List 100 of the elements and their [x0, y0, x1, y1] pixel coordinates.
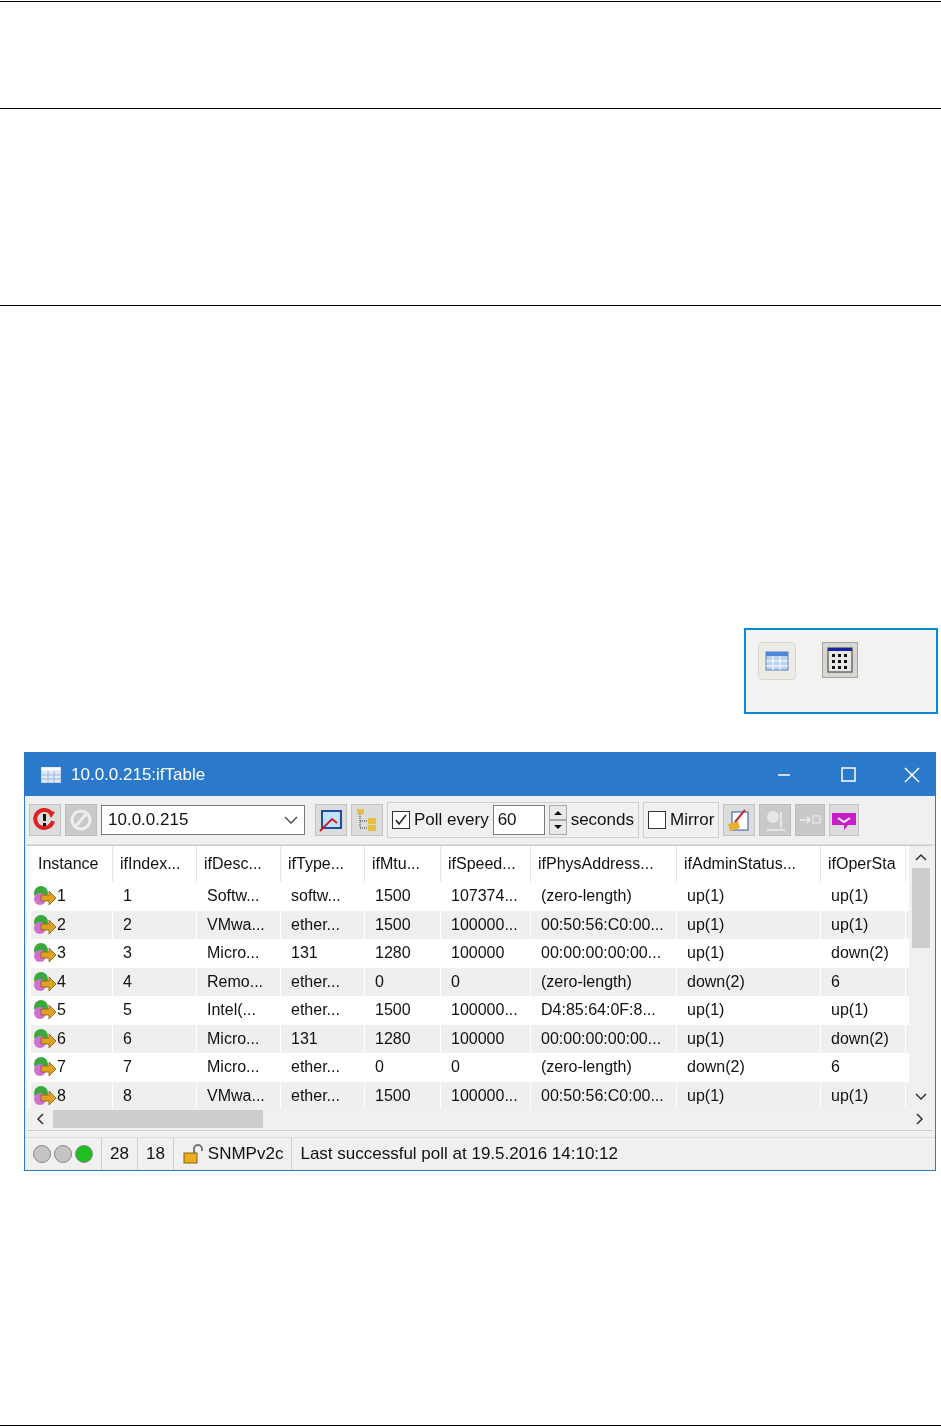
padlock-icon: [181, 1144, 204, 1164]
interface-icon: [31, 999, 57, 1022]
table-cell: ether...: [281, 996, 365, 1025]
tree-button[interactable]: [351, 804, 383, 836]
table-cell: up(1): [677, 939, 821, 968]
table-cell: down(2): [821, 1024, 906, 1053]
interface-icon: [31, 913, 57, 936]
instance-number: 2: [57, 915, 66, 934]
table-cell: 6: [821, 1053, 906, 1082]
checkmark-icon: [394, 813, 408, 827]
column-header[interactable]: ifMtu...: [365, 846, 441, 882]
table-cell: up(1): [677, 996, 821, 1025]
chevron-icon: [284, 816, 298, 824]
horizontal-scrollbar[interactable]: [27, 1108, 933, 1131]
table-cell: 2: [113, 910, 197, 939]
table-cell: Micro...: [197, 1053, 281, 1082]
refresh-button[interactable]: [29, 804, 61, 836]
poll-checkbox[interactable]: Poll every: [392, 810, 489, 830]
table-cell: up(1): [677, 882, 821, 911]
table-cell: 1280: [365, 1024, 441, 1053]
table-cell: (zero-length): [531, 882, 677, 911]
table-cell: down(2): [677, 967, 821, 996]
table-cell: 107374...: [441, 882, 531, 911]
table-cell: up(1): [677, 910, 821, 939]
table-cell: 0: [365, 967, 441, 996]
table-icon: [41, 766, 61, 783]
table-cell: up(1): [821, 882, 906, 911]
table-cell: (zero-length): [531, 1053, 677, 1082]
table-cell: 6: [113, 1024, 197, 1053]
table-cell: Softw...: [197, 882, 281, 911]
column-header[interactable]: Instance: [31, 846, 113, 882]
table-cell: ether...: [281, 910, 365, 939]
table-cell: 100000...: [441, 996, 531, 1025]
table-cell: up(1): [821, 996, 906, 1025]
instance-number: 1: [57, 887, 66, 906]
instance-number: 7: [57, 1058, 66, 1077]
table-cell: 0: [441, 1053, 531, 1082]
table-icon: [758, 642, 796, 680]
instance-number: 8: [57, 1086, 66, 1105]
table-cell: 1500: [365, 996, 441, 1025]
count-label: 18: [137, 1138, 174, 1170]
column-header[interactable]: ifIndex...: [113, 846, 197, 882]
column-header[interactable]: ifOperSta: [821, 846, 906, 882]
table-cell: 0: [441, 967, 531, 996]
table-cell: 1280: [365, 939, 441, 968]
table-cell: up(1): [821, 910, 906, 939]
count-label: 28: [102, 1138, 138, 1170]
table-cell: 131: [281, 939, 365, 968]
status-message: Last successful poll at 19.5.2016 14:10:12: [299, 1143, 619, 1165]
chart-button[interactable]: [315, 804, 347, 836]
column-header[interactable]: ifType...: [281, 846, 365, 882]
interface-icon: [31, 1056, 57, 1079]
table-cell: 1500: [365, 882, 441, 911]
table-cell: 0: [365, 1053, 441, 1082]
column-header[interactable]: ifAdminStatus...: [677, 846, 821, 882]
table-cell: (zero-length): [531, 967, 677, 996]
seconds-label: seconds: [570, 810, 634, 830]
table-cell: 00:00:00:00:00...: [531, 1024, 677, 1053]
table-cell: 00:50:56:C0:00...: [531, 910, 677, 939]
interface-icon: [31, 885, 57, 908]
instance-number: 5: [57, 1001, 66, 1020]
protocol-label: SNMPv2c: [207, 1144, 284, 1164]
chat-button[interactable]: [829, 804, 860, 836]
table-cell: 3: [113, 939, 197, 968]
table-cell: 4: [113, 967, 197, 996]
spin-buttons[interactable]: [548, 805, 567, 835]
interface-icon: [31, 1027, 57, 1050]
scroll-thumb[interactable]: [912, 868, 930, 948]
table-cell: 1: [113, 882, 197, 911]
interface-icon: [31, 1084, 57, 1107]
table-cell: Remo...: [197, 967, 281, 996]
table-cell: D4:85:64:0F:8...: [531, 996, 677, 1025]
table-cell: 131: [281, 1024, 365, 1053]
table-cell: down(2): [821, 939, 906, 968]
scroll-right-icon[interactable]: [915, 1112, 925, 1126]
table-cell: Micro...: [197, 1024, 281, 1053]
column-header[interactable]: ifSpeed...: [441, 846, 531, 882]
table-cell: 7: [113, 1053, 197, 1082]
table-cell: up(1): [677, 1024, 821, 1053]
scroll-up-icon[interactable]: [914, 852, 928, 862]
edit-button[interactable]: [723, 804, 756, 836]
scroll-down-icon[interactable]: [914, 1092, 928, 1102]
instance-number: 3: [57, 944, 66, 963]
table-cell: 00:00:00:00:00...: [531, 939, 677, 968]
column-header[interactable]: ifDesc...: [197, 846, 281, 882]
table-cell: 1500: [365, 910, 441, 939]
interval-field[interactable]: 60: [492, 805, 545, 835]
table-cell: ether...: [281, 1053, 365, 1082]
scroll-left-icon[interactable]: [35, 1112, 45, 1126]
scroll-thumb[interactable]: [53, 1110, 263, 1128]
column-header[interactable]: ifPhysAddress...: [531, 846, 677, 882]
table-cell: 100000: [441, 1024, 531, 1053]
table-cell: ether...: [281, 967, 365, 996]
table-cell: Intel(...: [197, 996, 281, 1025]
vertical-scrollbar[interactable]: [909, 846, 933, 1108]
table-cell: softw...: [281, 882, 365, 911]
instance-number: 4: [57, 972, 66, 991]
table-cell: 100000...: [441, 910, 531, 939]
table-cell: Micro...: [197, 939, 281, 968]
address-dropdown[interactable]: 10.0.0.215: [101, 805, 305, 835]
